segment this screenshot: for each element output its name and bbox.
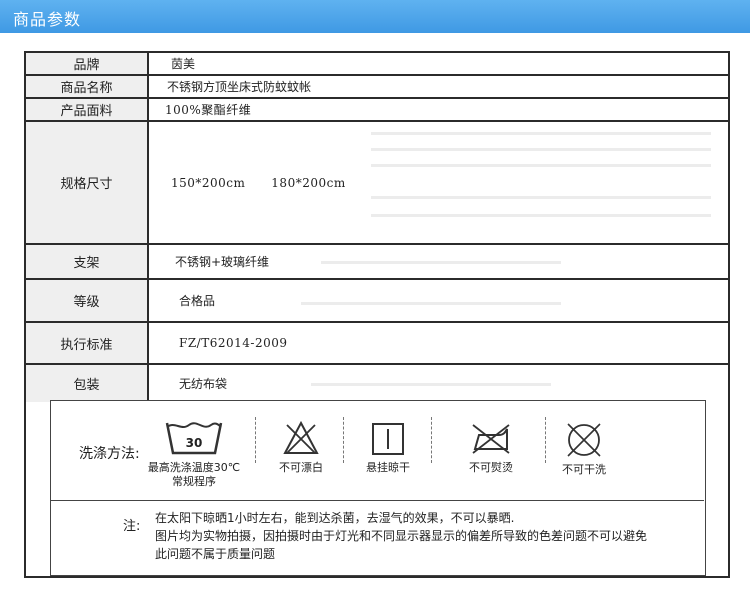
param-row-brand: 品牌 茵美 bbox=[26, 53, 728, 76]
note-text: 在太阳下晾晒1小时左右，能到达杀菌，去湿气的效果，不可以暴晒. 图片均为实物拍摄… bbox=[155, 509, 695, 563]
param-label: 品牌 bbox=[26, 53, 149, 74]
care-text: 不可熨烫 bbox=[469, 461, 513, 474]
param-value: 无纺布袋 bbox=[151, 365, 728, 402]
care-label: 洗涤方法: bbox=[79, 446, 140, 462]
care-text: 不可干洗 bbox=[562, 463, 606, 476]
param-row-frame: 支架 不锈钢+玻璃纤维 bbox=[26, 245, 728, 280]
care-instructions: 洗涤方法: 30 最高洗涤温度30℃ 常规程序 不可漂白 悬挂晾干 不可熨烫 不… bbox=[50, 400, 706, 576]
no-bleach-icon bbox=[283, 420, 319, 454]
note-line: 此问题不属于质量问题 bbox=[155, 547, 276, 561]
no-iron-icon bbox=[472, 424, 510, 454]
care-text: 悬挂晾干 bbox=[366, 461, 410, 474]
care-item-iron: 不可熨烫 bbox=[456, 419, 526, 475]
param-row-standard: 执行标准 FZ/T62014-2009 bbox=[26, 323, 728, 365]
no-dry-clean-icon bbox=[567, 423, 601, 457]
param-row-package: 包装 无纺布袋 bbox=[26, 365, 728, 402]
section-header: 商品参数 bbox=[0, 0, 750, 33]
param-label: 产品面料 bbox=[26, 99, 149, 120]
param-label: 支架 bbox=[26, 245, 149, 278]
param-label: 包装 bbox=[26, 365, 149, 402]
care-text: 常规程序 bbox=[172, 475, 216, 488]
param-label: 规格尺寸 bbox=[26, 122, 149, 243]
divider bbox=[255, 417, 256, 463]
params-table: 品牌 茵美 商品名称 不锈钢方顶坐床式防蚊蚊帐 产品面料 100%聚酯纤维 规格… bbox=[24, 51, 730, 578]
param-value-text: 100%聚酯纤维 bbox=[165, 103, 252, 117]
note-line: 图片均为实物拍摄，因拍摄时由于灯光和不同显示器显示的偏差所导致的色差问题不可以避… bbox=[155, 529, 648, 543]
param-value-text: 无纺布袋 bbox=[179, 377, 228, 391]
param-value-text: 不锈钢+玻璃纤维 bbox=[175, 255, 270, 269]
param-value-text: 合格品 bbox=[179, 294, 216, 308]
care-item-dryclean: 不可干洗 bbox=[546, 421, 622, 477]
wash-30-icon: 30 bbox=[165, 422, 223, 455]
param-row-size: 规格尺寸 150*200cm 180*200cm bbox=[26, 122, 728, 245]
param-label: 执行标准 bbox=[26, 323, 149, 363]
param-value: 茵美 bbox=[151, 53, 728, 74]
param-value: 不锈钢+玻璃纤维 bbox=[151, 245, 728, 278]
divider bbox=[51, 500, 704, 501]
param-value: 150*200cm 180*200cm bbox=[151, 122, 728, 243]
param-value: 合格品 bbox=[151, 280, 728, 321]
param-value-text: 不锈钢方顶坐床式防蚊蚊帐 bbox=[167, 80, 312, 94]
care-item-dry: 悬挂晾干 bbox=[353, 419, 423, 475]
param-value: 100%聚酯纤维 bbox=[151, 99, 728, 120]
param-value-text: 150*200cm 180*200cm bbox=[171, 175, 346, 190]
section-title: 商品参数 bbox=[13, 10, 82, 29]
care-item-bleach: 不可漂白 bbox=[266, 419, 336, 475]
param-row-name: 商品名称 不锈钢方顶坐床式防蚊蚊帐 bbox=[26, 76, 728, 99]
care-text: 最高洗涤温度30℃ bbox=[147, 461, 241, 474]
param-label: 商品名称 bbox=[26, 76, 149, 97]
svg-text:30: 30 bbox=[186, 436, 203, 450]
param-label: 等级 bbox=[26, 280, 149, 321]
param-row-grade: 等级 合格品 bbox=[26, 280, 728, 323]
care-text: 不可漂白 bbox=[279, 461, 323, 474]
param-value: FZ/T62014-2009 bbox=[151, 323, 728, 363]
param-value: 不锈钢方顶坐床式防蚊蚊帐 bbox=[151, 76, 728, 97]
param-value-text: FZ/T62014-2009 bbox=[179, 336, 288, 350]
line-dry-icon bbox=[372, 423, 404, 455]
care-item-wash: 30 最高洗涤温度30℃ 常规程序 bbox=[139, 419, 249, 489]
divider bbox=[343, 417, 344, 463]
note-heading: 注: bbox=[123, 519, 141, 534]
divider bbox=[431, 417, 432, 463]
param-row-fabric: 产品面料 100%聚酯纤维 bbox=[26, 99, 728, 122]
param-value-text: 茵美 bbox=[171, 57, 196, 71]
note-line: 在太阳下晾晒1小时左右，能到达杀菌，去湿气的效果，不可以暴晒. bbox=[155, 511, 515, 525]
